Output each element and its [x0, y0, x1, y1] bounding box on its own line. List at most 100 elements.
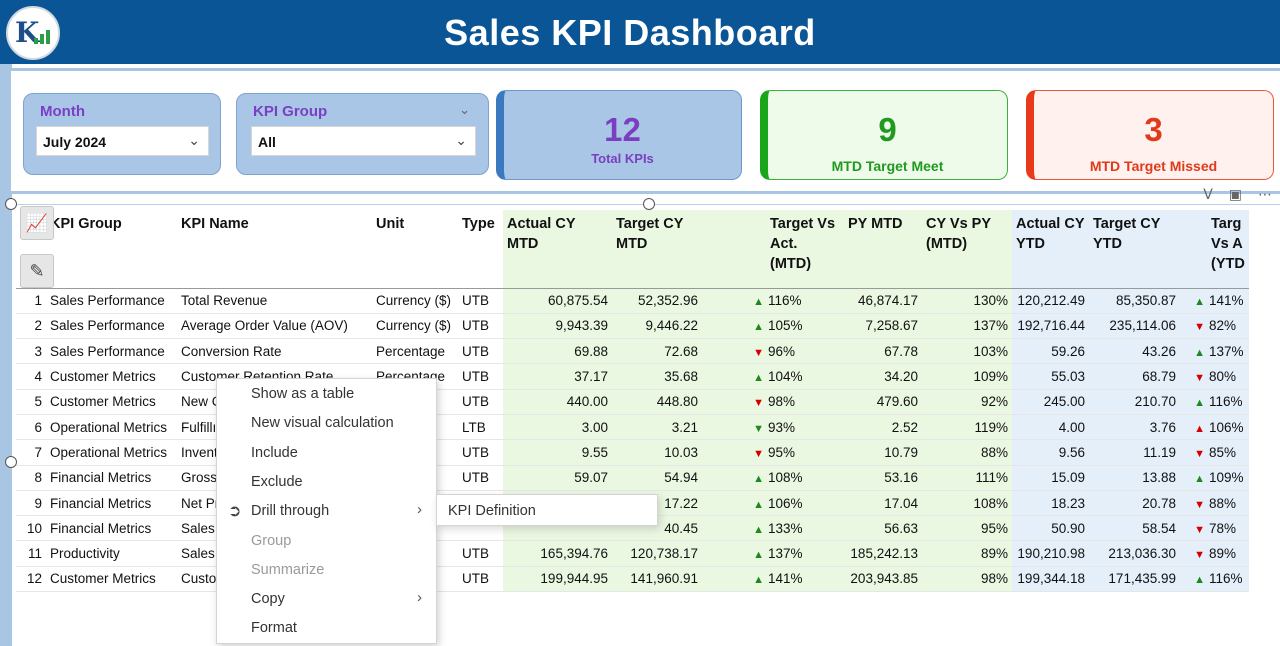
trend-up-icon: ▲ [1194, 422, 1205, 435]
kpi-group-cell: 6 Operational Metrics [16, 414, 177, 441]
cy-vs-py-mtd-cell: 137% [922, 313, 1012, 340]
table-row[interactable]: 11ProductivitySales p$)UTB165,394.76120,… [16, 540, 1249, 567]
trend-down-icon: ▼ [1194, 523, 1205, 536]
table-row[interactable]: 6 Operational Metrics Fulfillı LTB 3.00 3.21 ▼… [16, 414, 1249, 441]
column-header-spacer [702, 210, 766, 289]
submenu-item-kpi-definition[interactable]: KPI Definition [448, 503, 536, 519]
menu-item-summarize: Summarize [251, 562, 325, 578]
table-row[interactable]: 1 Sales Performance Total Revenue Currency … [16, 288, 1249, 314]
py-mtd-cell: 34.20 [844, 363, 922, 390]
column-header[interactable]: Targ Vs A (YTD [1207, 210, 1249, 289]
target-cy-mtd-cell: 54.94 [612, 465, 702, 491]
cy-vs-py-mtd-cell: 89% [922, 540, 1012, 567]
menu-item-exclude[interactable]: Exclude [251, 474, 303, 490]
build-visual-icon[interactable]: 📈 [20, 206, 54, 240]
table-row[interactable]: 2 Sales Performance Average Order Value (A… [16, 313, 1249, 340]
table-row[interactable]: 4 Customer Metrics Customer Retention Rate… [16, 363, 1249, 390]
table-row[interactable]: 8Financial MetricsGrosseUTB59.0754.94▲10… [16, 465, 1249, 491]
column-header[interactable]: Actual CY YTD [1012, 210, 1089, 289]
type-cell: UTB [458, 288, 503, 314]
table-row[interactable]: 12Customer MetricsCusto$)UTB199,944.9514… [16, 566, 1249, 593]
type-cell: UTB [458, 566, 503, 593]
row-number: 9 [34, 495, 42, 511]
type-cell: UTB [458, 363, 503, 390]
mtd-target-meet-caption: MTD Target Meet [831, 158, 944, 174]
ytd-trend-cell: ▲ [1180, 465, 1207, 491]
month-dropdown[interactable]: July 2024 ⌄ [36, 126, 209, 156]
column-header[interactable]: Target CY MTD [612, 210, 702, 289]
table-row[interactable]: 3 Sales Performance Conversion Rate Percent… [16, 338, 1249, 365]
table-body: 1 Sales Performance Total Revenue Currency … [16, 288, 1249, 593]
column-header[interactable]: Target Vs Act. (MTD) [766, 210, 844, 289]
column-header[interactable]: Target CY YTD [1089, 210, 1180, 289]
row-number: 7 [34, 444, 42, 460]
actual-cy-mtd-cell: 60,875.54 [503, 288, 612, 314]
kpi-group-cell: 9 Financial Metrics [16, 490, 177, 517]
trend-up-icon: ▲ [753, 372, 764, 385]
kpi-group-text: Sales Performance [50, 318, 165, 334]
column-header[interactable]: PY MTD [844, 210, 922, 289]
column-header[interactable]: Actual CY MTD [503, 210, 612, 289]
target-vs-act-ytd-cell: 80% [1207, 363, 1249, 390]
target-vs-act-ytd-cell: 116% [1207, 566, 1249, 593]
menu-item-copy[interactable]: Copy [251, 591, 285, 607]
column-header[interactable]: Type [458, 210, 503, 289]
mtd-trend-cell: ▲ [702, 288, 766, 314]
filter-icon[interactable]: ᐯ [1203, 186, 1213, 202]
mtd-target-missed-caption: MTD Target Missed [1089, 158, 1218, 174]
target-cy-mtd-cell: 120,738.17 [612, 540, 702, 567]
mtd-trend-cell: ▲ [702, 363, 766, 390]
cy-vs-py-mtd-cell: 130% [922, 288, 1012, 314]
menu-item-format[interactable]: Format [251, 620, 297, 636]
resize-handle[interactable] [5, 198, 17, 210]
cy-vs-py-mtd-cell: 103% [922, 338, 1012, 365]
column-header[interactable]: KPI Name [177, 210, 372, 289]
cy-vs-py-mtd-cell: 111% [922, 465, 1012, 491]
trend-up-icon: ▲ [1194, 397, 1205, 410]
actual-cy-mtd-cell: 9.55 [503, 439, 612, 466]
header-bar: K Sales KPI Dashboard [0, 0, 1280, 64]
table-row[interactable]: 7 Operational Metrics Invent UTB 9.55 10.03 ▼ 9… [16, 439, 1249, 466]
py-mtd-cell: 53.16 [844, 465, 922, 491]
menu-item-show-as-table[interactable]: Show as a table [251, 386, 354, 402]
row-number: 8 [34, 470, 42, 486]
target-vs-act-ytd-cell: 78% [1207, 515, 1249, 542]
menu-item-include[interactable]: Include [251, 445, 298, 461]
table-row[interactable]: 5 Customer Metrics New C UTB 440.00 448.80 ▼ 98… [16, 389, 1249, 415]
target-vs-act-mtd-cell: 96% [766, 338, 844, 365]
chevron-down-icon[interactable]: ⌄ [459, 102, 470, 118]
format-visual-icon[interactable]: ✎ [20, 254, 54, 288]
menu-item-group: Group [251, 533, 292, 549]
target-cy-ytd-cell: 68.79 [1089, 363, 1180, 390]
target-cy-mtd-cell: 141,960.91 [612, 566, 702, 593]
mtd-trend-cell: ▲ [702, 540, 766, 567]
focus-mode-icon[interactable]: ▣ [1229, 186, 1242, 202]
ytd-trend-cell: ▼ [1180, 490, 1207, 517]
trend-down-icon: ▼ [1194, 549, 1205, 562]
row-number: 12 [26, 571, 42, 587]
target-cy-ytd-cell: 58.54 [1089, 515, 1180, 542]
unit-cell: Currency ($) [372, 313, 458, 340]
trend-up-icon: ▲ [753, 549, 764, 562]
kpi-group-dropdown[interactable]: All ⌄ [251, 126, 476, 156]
kpi-group-slicer[interactable]: KPI Group ⌄ All ⌄ [236, 93, 489, 175]
column-header[interactable]: CY Vs PY (MTD) [922, 210, 1012, 289]
py-mtd-cell: 46,874.17 [844, 288, 922, 314]
ytd-trend-cell: ▲ [1180, 414, 1207, 441]
mtd-target-missed-value: 3 [1144, 111, 1163, 148]
type-cell: UTB [458, 540, 503, 567]
more-options-icon[interactable]: ⋯ [1258, 186, 1272, 202]
month-slicer[interactable]: Month July 2024 ⌄ [23, 93, 221, 175]
resize-handle[interactable] [643, 198, 655, 210]
menu-item-drill-through[interactable]: Drill through [251, 503, 329, 519]
py-mtd-cell: 2.52 [844, 414, 922, 441]
menu-item-new-visual-calculation[interactable]: New visual calculation [251, 415, 394, 431]
actual-cy-ytd-cell: 15.09 [1012, 465, 1089, 491]
kpi-group-text: Sales Performance [50, 343, 165, 359]
kpi-group-text: Operational Metrics [50, 444, 168, 460]
column-header[interactable]: Unit [372, 210, 458, 289]
target-cy-mtd-cell: 72.68 [612, 338, 702, 365]
trend-up-icon: ▲ [1194, 296, 1205, 309]
kpi-name-cell: Average Order Value (AOV) [177, 313, 372, 340]
row-number: 2 [34, 318, 42, 334]
